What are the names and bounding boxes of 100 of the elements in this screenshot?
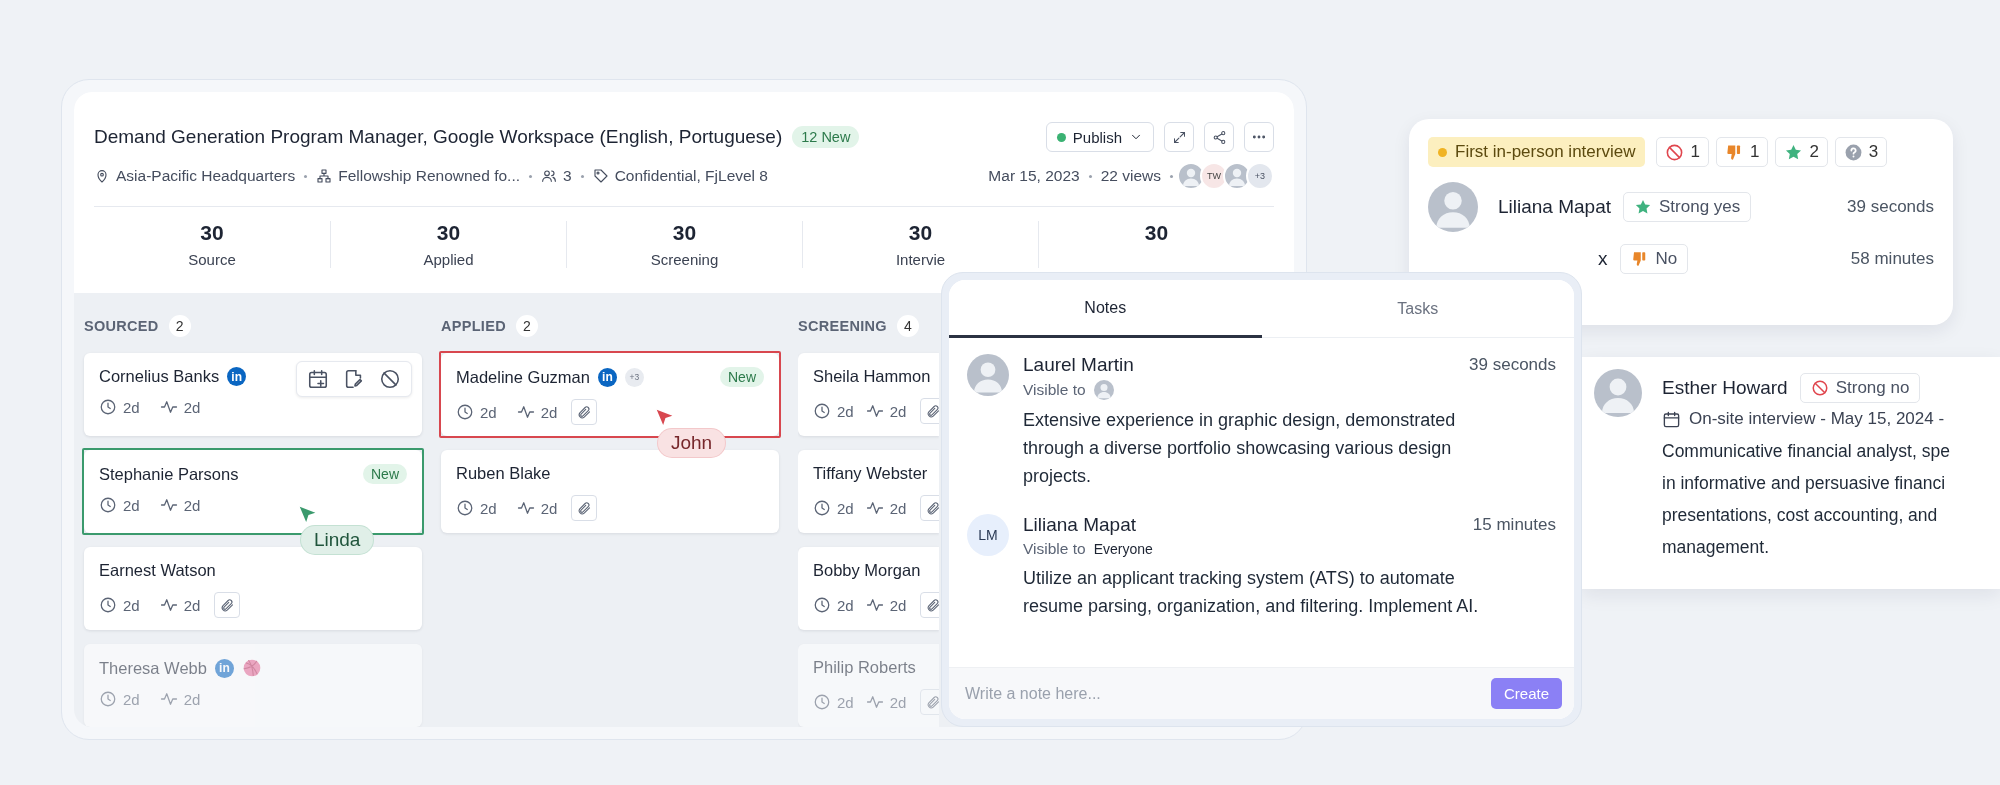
interview-event: On-site interview - May 15, 2024 - (1689, 409, 1945, 429)
share-icon (1211, 129, 1227, 145)
activity-icon (159, 596, 178, 614)
visibility-label: Visible to (1023, 381, 1086, 399)
last-activity: 2d (183, 398, 201, 416)
candidate-card[interactable]: Theresa Webb in 2d 2d (84, 644, 422, 727)
clock-icon (456, 403, 474, 421)
candidate-card[interactable]: Stephanie Parsons New 2d 2d (84, 450, 422, 533)
column-count: 2 (515, 315, 538, 337)
more-avatars-count: +3 (1246, 162, 1274, 190)
person-avatar (1093, 380, 1114, 400)
new-badge: New (720, 367, 764, 387)
stage-label: Screening (650, 251, 719, 268)
schedule-button[interactable] (307, 368, 329, 390)
paperclip-icon (925, 694, 939, 710)
clock-icon (99, 496, 117, 514)
clock-icon (456, 499, 474, 517)
last-activity: 2d (889, 499, 907, 517)
panel-tab[interactable]: Notes (949, 280, 1262, 338)
candidate-name: Stephanie Parsons (99, 464, 239, 484)
time-in-stage: 2d (123, 690, 140, 708)
person-avatar (1223, 162, 1251, 190)
publish-dropdown[interactable]: Publish (1045, 122, 1154, 152)
calendar-icon (1662, 409, 1681, 429)
star-icon (1784, 142, 1804, 162)
time-in-stage: 2d (837, 596, 854, 614)
initials-avatar: LM (967, 514, 1009, 556)
job-title: Demand Generation Program Manager, Google Workspace (English, Portuguese) (94, 126, 783, 148)
time-in-stage: 2d (480, 499, 497, 517)
activity-icon (159, 496, 178, 514)
time-in-stage: 2d (480, 403, 497, 421)
verdict-tally: 3 (1834, 137, 1888, 167)
clock-icon (813, 499, 831, 517)
visibility-audience: Everyone (1093, 541, 1153, 557)
job-detail: Asia-Pacific Headquarters (116, 167, 296, 185)
time-in-stage: 2d (123, 596, 140, 614)
attachment-button[interactable] (571, 495, 598, 521)
extra-links-count: +3 (624, 367, 644, 387)
document-pen-icon (343, 368, 365, 390)
person-avatar (1594, 369, 1642, 417)
time-in-stage: 2d (123, 398, 140, 416)
linkedin-badge[interactable]: in (597, 367, 617, 387)
linkedin-badge[interactable]: in (227, 367, 247, 386)
activity-icon (516, 499, 535, 517)
clock-icon (99, 398, 117, 416)
clock-icon (99, 690, 117, 708)
column-count: 4 (896, 315, 919, 337)
job-detail: Confidential, FjLevel 8 (614, 167, 768, 185)
candidate-card[interactable]: Earnest Watson 2d 2d (84, 547, 422, 630)
last-activity: 2d (183, 690, 201, 708)
candidate-name: Bobby Morgan (813, 561, 921, 580)
stage-count: 30 (908, 221, 933, 245)
last-activity: 2d (183, 496, 201, 514)
time-in-stage: 2d (837, 499, 854, 517)
candidate-name: Philip Roberts (813, 658, 916, 677)
note-author: Liliana Mapat (1023, 514, 1137, 536)
new-count-badge: 12 New (792, 126, 860, 148)
clock-icon (813, 402, 831, 420)
posted-date: Mar 15, 2023 (988, 167, 1080, 185)
view-count: 22 views (1100, 167, 1161, 185)
clock-icon (99, 596, 117, 614)
stage-count: 30 (436, 221, 461, 245)
time-in-stage: 2d (837, 693, 854, 711)
paperclip-icon (219, 597, 235, 613)
candidate-card[interactable]: Cornelius Banks in 2d 2d (84, 353, 422, 436)
last-activity: 2d (540, 403, 558, 421)
activity-icon (159, 398, 178, 416)
candidate-card[interactable]: Sheila Hammon 2d 2d (798, 353, 939, 436)
candidate-card[interactable]: Ruben Blake 2d 2d (441, 450, 779, 533)
verdict-tally: 2 (1775, 137, 1828, 167)
last-activity: 2d (889, 693, 907, 711)
verdict-chip: No (1619, 244, 1689, 274)
no-entry-icon (1810, 379, 1829, 397)
candidate-card[interactable]: Philip Roberts 2d 2d (798, 644, 939, 727)
attachment-button[interactable] (214, 592, 241, 618)
share-button[interactable] (1204, 122, 1234, 152)
note-input[interactable]: Write a note here... (963, 683, 1347, 704)
paperclip-icon (576, 404, 592, 420)
people-icon (541, 168, 557, 184)
column-title: APPLIED (441, 318, 506, 334)
attachment-button[interactable] (571, 399, 598, 425)
job-detail: Fellowship Renowned fo... (338, 167, 520, 185)
stage-label: Applied (423, 251, 474, 268)
verdict-tally: 1 (1656, 137, 1709, 167)
candidate-card[interactable]: Bobby Morgan 2d 2d (798, 547, 939, 630)
visibility-label: Visible to (1023, 540, 1086, 558)
panel-tab[interactable]: Tasks (1261, 280, 1574, 338)
candidate-card[interactable]: Tiffany Webster 2d 2d (798, 450, 939, 533)
expand-button[interactable] (1164, 122, 1194, 152)
column-title: SOURCED (84, 318, 159, 334)
last-activity: 2d (889, 596, 907, 614)
question-icon (1843, 142, 1863, 162)
stage-label: Intervie (895, 251, 946, 268)
last-activity: 2d (183, 596, 201, 614)
activity-icon (865, 499, 884, 517)
candidate-card[interactable]: Madeline Guzman in +3 New 2d 2d (441, 353, 779, 436)
edit-note-button[interactable] (343, 368, 365, 390)
reject-button[interactable] (379, 368, 401, 390)
clock-icon (813, 596, 831, 614)
candidate-name: Earnest Watson (99, 561, 216, 580)
